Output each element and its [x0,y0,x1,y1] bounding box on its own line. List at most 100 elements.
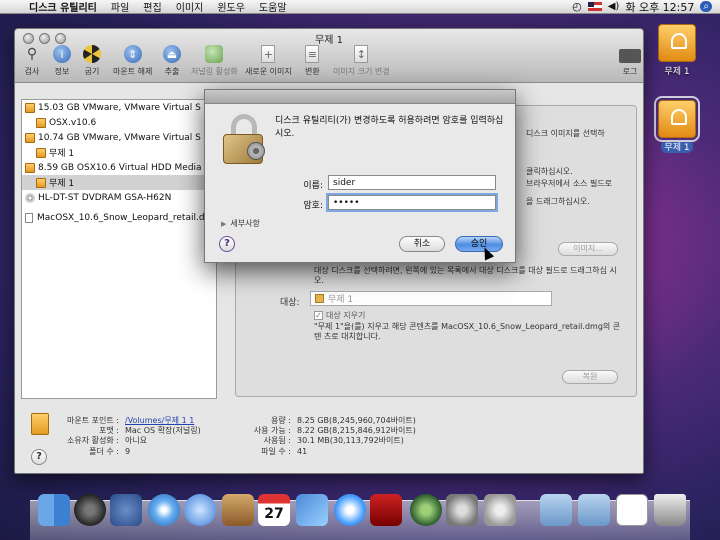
device-item[interactable]: 8.59 GB OSX10.6 Virtual HDD Media [22,160,216,175]
toolbar-eject-button[interactable]: ⏏ 추출 [163,45,181,77]
toolbar-label: 변환 [305,67,320,76]
toolbar-new-image-button[interactable]: + 새로운 이미지 [245,45,292,77]
menu-file[interactable]: 파일 [104,0,136,14]
toolbar-journaling-button[interactable]: 저널링 활성화 [191,45,238,77]
dialog-message: 디스크 유틸리티(가) 변경하도록 허용하려면 암호를 입력하십시오. [275,116,504,139]
log-icon [619,49,641,63]
mail-eagle-icon[interactable] [110,494,142,526]
system-preferences-icon[interactable] [446,494,478,526]
volume-icon[interactable]: ◀) [608,1,620,12]
menu-help[interactable]: 도움말 [252,0,294,14]
name-label: 이름: [303,181,323,191]
clock[interactable]: 화 오후 12:57 [625,0,694,15]
input-source-flag-icon[interactable] [587,2,602,11]
microscope-icon: ⚲ [26,46,38,62]
restore-button[interactable]: 복원 [562,370,618,384]
device-label: 15.03 GB VMware, VMware Virtual S Media [38,102,216,113]
volume-item-selected[interactable]: 무제 1 [22,175,216,190]
iphoto-icon[interactable] [296,494,328,526]
erase-description: "무제 1"을(를) 지우고 해당 콘텐츠를 MacOSX_10.6_Snow_… [314,322,624,342]
itunes-icon[interactable] [334,494,366,526]
info-value: 41 [297,447,308,456]
drive-info-icon [31,413,49,435]
toolbar-label: 새로운 이미지 [245,67,292,76]
toolbar-label: 마운트 해제 [113,67,153,76]
toolbar-burn-button[interactable]: 굽기 [83,45,101,77]
dialog-titlebar [205,90,515,104]
time-machine-icon[interactable] [410,494,442,526]
volume-icon [36,177,46,188]
device-label: 10.74 GB VMware, VMware Virtual S Media [38,132,216,143]
info-icon: i [53,45,71,63]
safari-icon[interactable] [148,494,180,526]
target-instruction-line: 대상 디스크를 선택하려면, 왼쪽에 있는 목록에서 대상 디스크를 대상 필드… [314,266,607,275]
front-row-icon[interactable] [370,494,402,526]
document-stack-icon[interactable] [616,494,648,526]
address-book-icon[interactable] [222,494,254,526]
password-label: 암호: [303,201,323,211]
password-field[interactable]: ••••• [328,195,496,210]
info-owners: 소유자 활성화 : 아니요 [55,435,147,446]
toolbar-unmount-button[interactable]: ⇕ 마운트 해제 [113,45,152,77]
source-instruction: 브라우저에서 소스 필드로 [526,179,613,188]
toolbar-label: 추출 [164,67,180,76]
cancel-button[interactable]: 취소 [399,236,445,252]
usb-drive-icon [658,24,696,62]
info-key: 파일 수 : [261,447,291,456]
hard-disk-icon [25,162,35,173]
ical-icon[interactable]: 27 [258,494,290,526]
volume-label: 무제 1 [49,149,75,159]
target-field[interactable]: 무제 1 [310,291,552,306]
gear-icon [247,142,265,160]
optical-drive-icon [25,192,35,203]
toolbar-verify-button[interactable]: ⚲ 검사 [23,45,41,77]
erase-description-line: 츠로 대치합니다. [323,332,381,341]
trash-icon[interactable] [654,494,686,526]
documents-folder-icon[interactable] [578,494,610,526]
volume-item[interactable]: OSX.v10.6 [22,115,216,130]
device-item[interactable]: 15.03 GB VMware, VMware Virtual S Media [22,100,216,115]
toolbar-label: 저널링 활성화 [191,67,238,76]
drive-icon [654,96,700,142]
dashboard-icon[interactable] [74,494,106,526]
device-label: 8.59 GB OSX10.6 Virtual HDD Media [38,162,202,173]
ichat-icon[interactable] [184,494,216,526]
volume-item[interactable]: 무제 1 [22,145,216,160]
toolbar-resize-image-button[interactable]: ↕ 이미지 크기 변경 [333,45,390,77]
details-disclosure[interactable]: ▶ 세부사항 [221,218,260,229]
volume-icon [36,147,46,158]
dialog-help-button[interactable]: ? [219,236,235,252]
spotlight-icon[interactable]: ⌕ [700,1,712,12]
toolbar-label: 이미지 크기 변경 [333,67,390,76]
toolbar-convert-button[interactable]: ≡ 변환 [305,45,320,77]
menu-image[interactable]: 이미지 [169,0,211,14]
device-item[interactable]: HL-DT-ST DVDRAM GSA-H62N [22,190,216,205]
toolbar-log-button[interactable]: 로그 [619,45,641,77]
erase-destination-checkbox[interactable]: ✓ 대상 지우기 [314,310,365,321]
toolbar-label: 로그 [622,67,638,76]
disk-image-item[interactable]: MacOSX_10.6_Snow_Leopard_retail.dmg [22,210,216,225]
desktop-icon-volume[interactable]: 무제 1 [652,96,702,153]
device-item[interactable]: 10.74 GB VMware, VMware Virtual S Media [22,130,216,145]
resize-image-icon: ↕ [354,45,369,63]
disk-utility-icon[interactable] [484,494,516,526]
desktop-icon-usb[interactable]: 무제 1 [652,24,702,77]
applications-folder-icon[interactable] [540,494,572,526]
window-titlebar[interactable]: 무제 1 ⚲ 검사 i 정보 굽기 ⇕ 마운트 해제 ⏏ 추출 저널링 활성화 + 새로운… [15,29,643,83]
help-button[interactable]: ? [31,449,47,465]
target-instruction: 대상 디스크를 선택하려면, 왼쪽에 있는 목록에서 대상 디스크를 대상 필드… [314,266,624,286]
menu-app[interactable]: 디스크 유틸리티 [22,0,104,14]
menu-window[interactable]: 윈도우 [210,0,252,14]
eject-icon: ⏏ [163,45,181,63]
time-machine-icon[interactable]: ◴ [572,0,582,13]
info-bar: ? 마운트 포인트 :/Volumes/무제 1 1 포맷 : Mac OS 확장… [15,411,643,475]
toolbar-info-button[interactable]: i 정보 [53,45,71,77]
menu-edit[interactable]: 편집 [136,0,168,14]
name-field[interactable]: sider [328,175,496,190]
finder-icon[interactable] [38,494,70,526]
device-list[interactable]: 15.03 GB VMware, VMware Virtual S Media … [21,99,217,399]
image-button[interactable]: 이미지... [558,242,618,256]
info-value: 9 [125,447,131,456]
journaling-icon [205,45,224,63]
hard-disk-icon [25,132,35,143]
